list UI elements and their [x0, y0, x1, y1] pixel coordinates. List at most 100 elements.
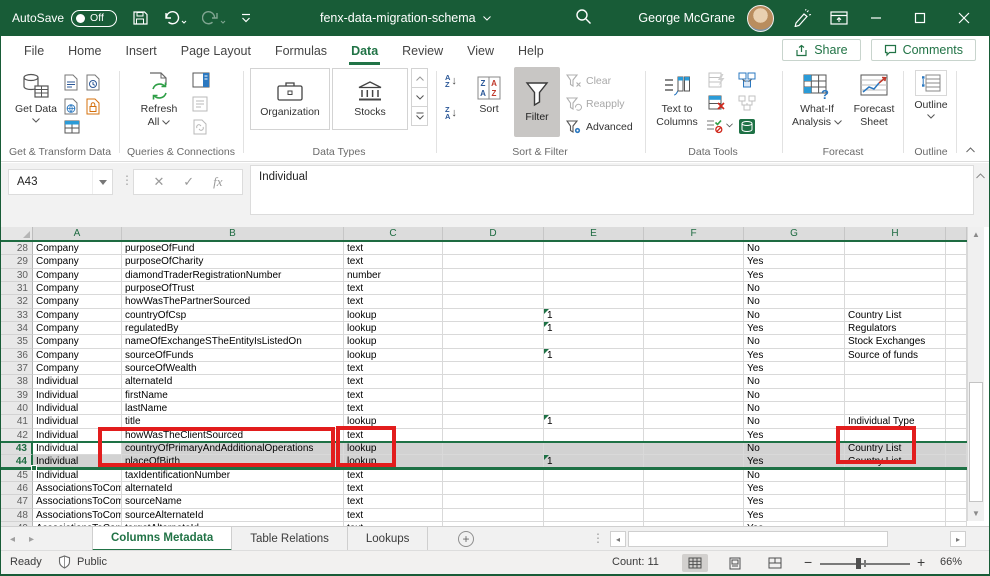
from-text-csv-icon[interactable] — [64, 74, 78, 91]
queries-connections-icon[interactable] — [192, 72, 210, 88]
row-header-48[interactable]: 48 — [0, 509, 33, 522]
cell-E34[interactable]: 1 — [544, 322, 644, 335]
cell-G45[interactable]: No — [744, 469, 845, 482]
cell-G43[interactable]: No — [744, 442, 845, 455]
cell-partial-41[interactable] — [946, 415, 967, 428]
sort-descending-icon[interactable]: ZA↓ — [445, 106, 457, 120]
properties-icon[interactable] — [192, 96, 208, 112]
cell-partial-48[interactable] — [946, 509, 967, 522]
tab-page-layout[interactable]: Page Layout — [169, 36, 263, 66]
row-header-39[interactable]: 39 — [0, 389, 33, 402]
row-header-37[interactable]: 37 — [0, 362, 33, 375]
data-type-stocks[interactable]: Stocks — [332, 68, 408, 130]
cell-C37[interactable]: text — [344, 362, 443, 375]
cell-A41[interactable]: Individual — [33, 415, 122, 428]
cell-C38[interactable]: text — [344, 375, 443, 388]
cell-A35[interactable]: Company — [33, 335, 122, 348]
row-header-31[interactable]: 31 — [0, 282, 33, 295]
cell-B28[interactable]: purposeOfFund — [122, 242, 344, 255]
avatar[interactable] — [747, 5, 774, 32]
cell-H46[interactable] — [845, 482, 946, 495]
cell-E30[interactable] — [544, 269, 644, 282]
row-header-36[interactable]: 36 — [0, 349, 33, 362]
cell-A31[interactable]: Company — [33, 282, 122, 295]
scroll-down-button[interactable]: ▼ — [968, 506, 984, 521]
cell-partial-28[interactable] — [946, 242, 967, 255]
sort-ascending-icon[interactable]: AZ↓ — [445, 74, 457, 88]
autosave-pill[interactable]: Off — [71, 10, 117, 27]
cell-H47[interactable] — [845, 495, 946, 508]
cell-C30[interactable]: number — [344, 269, 443, 282]
row-header-29[interactable]: 29 — [0, 255, 33, 268]
clear-filter-button[interactable]: Clear — [566, 74, 611, 88]
cell-B48[interactable]: sourceAlternateId — [122, 509, 344, 522]
cell-partial-33[interactable] — [946, 309, 967, 322]
cell-F47[interactable] — [644, 495, 744, 508]
prev-sheet-button[interactable]: ◂ — [10, 534, 15, 545]
cell-A28[interactable]: Company — [33, 242, 122, 255]
forecast-sheet-button[interactable]: Forecast Sheet — [848, 70, 900, 129]
cell-E48[interactable] — [544, 509, 644, 522]
gallery-more-button[interactable] — [411, 106, 428, 126]
cell-G40[interactable]: No — [744, 402, 845, 415]
recent-sources-icon[interactable] — [86, 74, 100, 91]
tab-help[interactable]: Help — [506, 36, 556, 66]
cell-H43[interactable]: Country List — [845, 442, 946, 455]
horizontal-scrollbar-thumb[interactable] — [628, 531, 888, 547]
dropdown-chevron-icon[interactable] — [726, 123, 733, 128]
cell-partial-46[interactable] — [946, 482, 967, 495]
cell-B34[interactable]: regulatedBy — [122, 322, 344, 335]
cell-H35[interactable]: Stock Exchanges — [845, 335, 946, 348]
vertical-scrollbar-thumb[interactable] — [969, 382, 983, 502]
column-header-C[interactable]: C — [344, 227, 443, 240]
cell-F34[interactable] — [644, 322, 744, 335]
row-header-28[interactable]: 28 — [0, 242, 33, 255]
from-web-icon[interactable] — [64, 98, 78, 115]
get-data-button[interactable]: Get Data — [10, 70, 62, 123]
select-all-corner[interactable] — [0, 227, 33, 240]
cell-E40[interactable] — [544, 402, 644, 415]
name-box-dropdown[interactable] — [92, 170, 112, 194]
cell-D43[interactable] — [443, 442, 544, 455]
refresh-all-button[interactable]: Refresh All — [132, 70, 186, 129]
scroll-up-button[interactable]: ▲ — [968, 227, 984, 242]
cell-partial-47[interactable] — [946, 495, 967, 508]
new-sheet-button[interactable]: + — [458, 531, 474, 547]
cell-H41[interactable]: Individual Type — [845, 415, 946, 428]
cell-C29[interactable]: text — [344, 255, 443, 268]
cell-F39[interactable] — [644, 389, 744, 402]
cell-E38[interactable] — [544, 375, 644, 388]
cell-partial-30[interactable] — [946, 269, 967, 282]
cell-H40[interactable] — [845, 402, 946, 415]
cell-C48[interactable]: text — [344, 509, 443, 522]
cell-H48[interactable] — [845, 509, 946, 522]
page-layout-view-button[interactable] — [722, 554, 748, 572]
cell-C32[interactable]: text — [344, 295, 443, 308]
cell-D40[interactable] — [443, 402, 544, 415]
cell-F35[interactable] — [644, 335, 744, 348]
hscroll-right-button[interactable]: ▸ — [950, 531, 966, 547]
name-box[interactable]: A43 — [8, 169, 113, 195]
tab-review[interactable]: Review — [390, 36, 455, 66]
cell-D29[interactable] — [443, 255, 544, 268]
cell-F45[interactable] — [644, 469, 744, 482]
cell-D46[interactable] — [443, 482, 544, 495]
zoom-out-button[interactable]: − — [804, 554, 812, 570]
cell-B31[interactable]: purposeOfTrust — [122, 282, 344, 295]
hscroll-left-button[interactable]: ◂ — [610, 531, 626, 547]
cell-H34[interactable]: Regulators — [845, 322, 946, 335]
cell-G28[interactable]: No — [744, 242, 845, 255]
cell-partial-34[interactable] — [946, 322, 967, 335]
cell-partial-31[interactable] — [946, 282, 967, 295]
cell-C46[interactable]: text — [344, 482, 443, 495]
cell-G41[interactable]: No — [744, 415, 845, 428]
cell-D34[interactable] — [443, 322, 544, 335]
cell-D47[interactable] — [443, 495, 544, 508]
cell-E39[interactable] — [544, 389, 644, 402]
cell-C47[interactable]: text — [344, 495, 443, 508]
cell-G33[interactable]: No — [744, 309, 845, 322]
column-header-partial[interactable] — [946, 227, 967, 240]
cell-partial-35[interactable] — [946, 335, 967, 348]
collapse-formula-bar-icon[interactable] — [976, 171, 985, 182]
remove-duplicates-icon[interactable] — [708, 95, 726, 111]
